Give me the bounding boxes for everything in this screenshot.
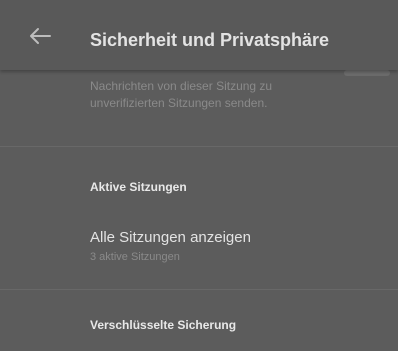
show-all-sessions-label: Alle Sitzungen anzeigen	[90, 229, 251, 246]
setting-description: Nachrichten von dieser Sitzung zu unveri…	[90, 79, 273, 110]
active-sessions-count: 3 aktive Sitzungen	[90, 251, 180, 263]
page-title: Sicherheit und Privatsphäre	[90, 30, 330, 50]
arrow-back-icon[interactable]	[28, 26, 52, 46]
toggle-track	[344, 70, 390, 76]
section-title-active-sessions: Aktive Sitzungen	[90, 180, 187, 194]
section-title-encrypted-backup: Verschlüsselte Sicherung	[90, 318, 237, 332]
show-all-sessions-row[interactable]: Alle Sitzungen anzeigen 3 aktive Sitzung…	[0, 229, 398, 269]
settings-screen: Sicherheit und Privatsphäre Nachrichten …	[0, 0, 398, 351]
app-bar: Sicherheit und Privatsphäre	[0, 0, 398, 70]
divider	[0, 289, 398, 290]
divider	[0, 146, 398, 147]
